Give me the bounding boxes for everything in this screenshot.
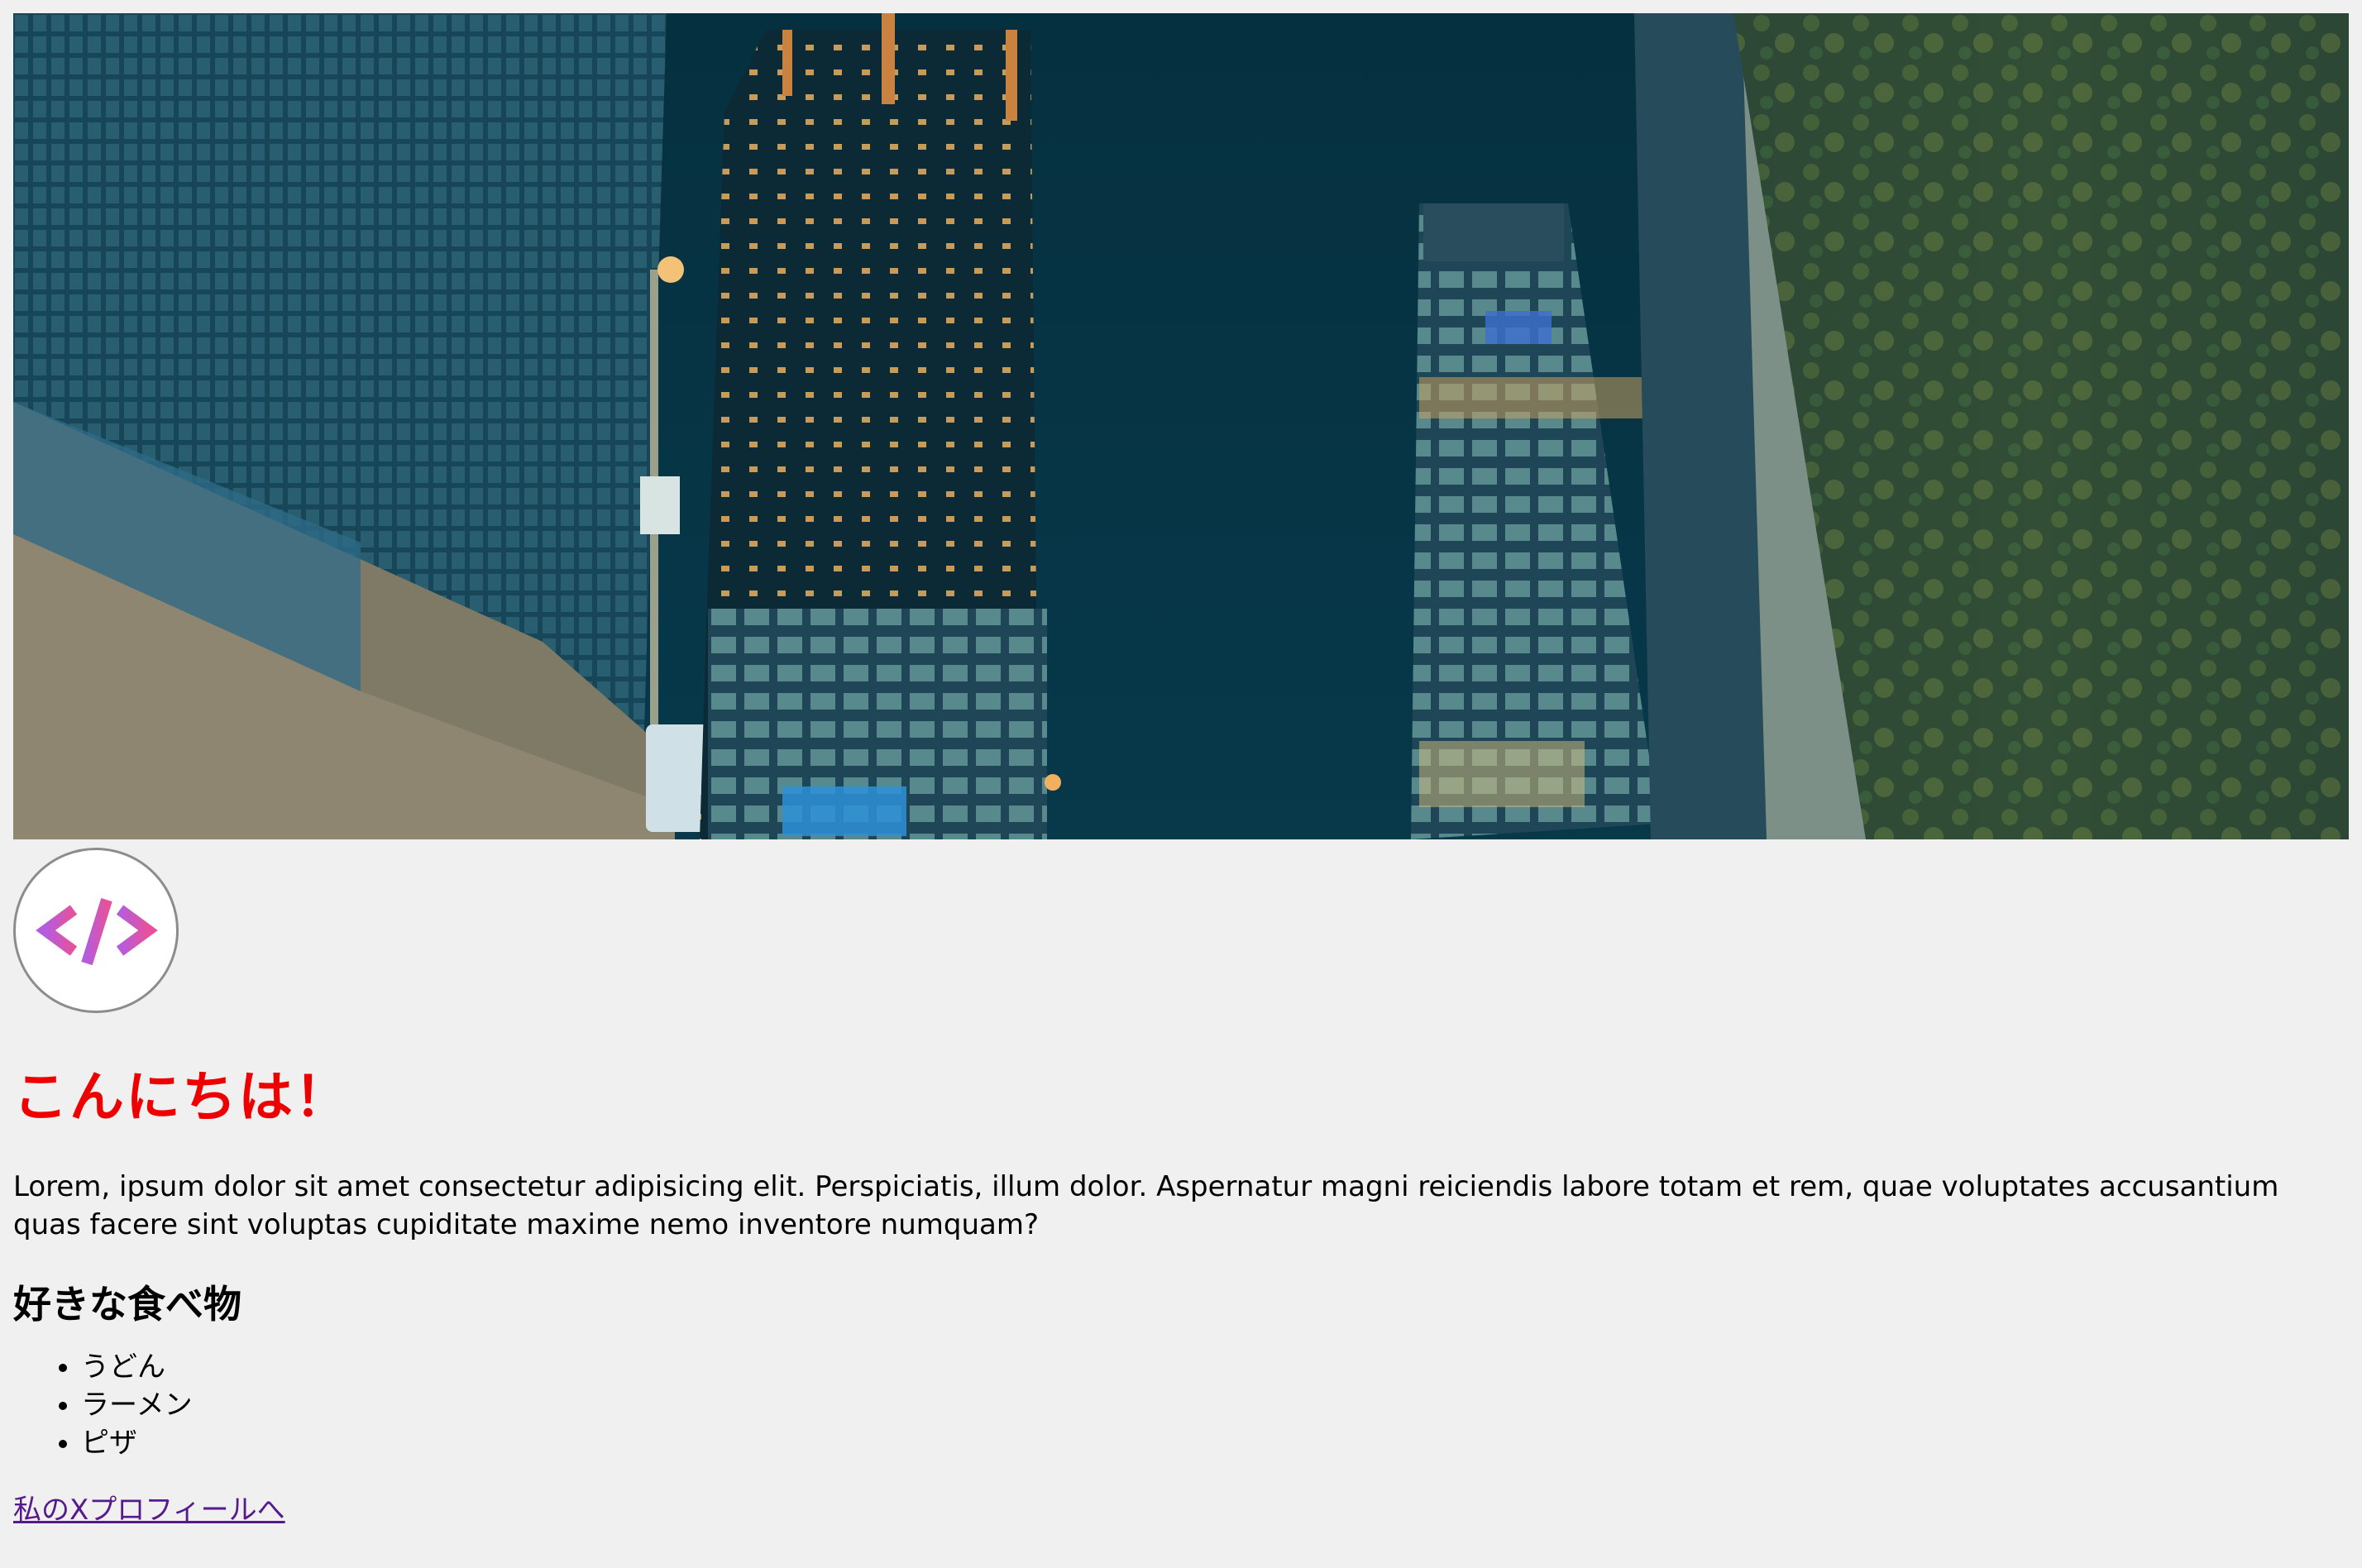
avatar bbox=[13, 848, 179, 1013]
x-profile-link[interactable]: 私のXプロフィールへ bbox=[13, 1487, 285, 1527]
food-list: うどん ラーメン ピザ bbox=[13, 1348, 2349, 1462]
intro-paragraph: Lorem, ipsum dolor sit amet consectetur … bbox=[13, 1170, 2279, 1242]
list-item: ピザ bbox=[81, 1424, 2349, 1462]
city-night-photo bbox=[13, 13, 2349, 839]
list-item: うどん bbox=[81, 1348, 2349, 1386]
page-title: こんにちは！ bbox=[13, 1065, 351, 1129]
page: こんにちは！ Lorem, ipsum dolor sit amet conse… bbox=[13, 13, 2349, 1527]
code-brackets-icon bbox=[36, 897, 158, 966]
food-heading: 好きな食べ物 bbox=[13, 1282, 241, 1327]
hero-image bbox=[13, 13, 2349, 839]
list-item: ラーメン bbox=[81, 1386, 2349, 1424]
